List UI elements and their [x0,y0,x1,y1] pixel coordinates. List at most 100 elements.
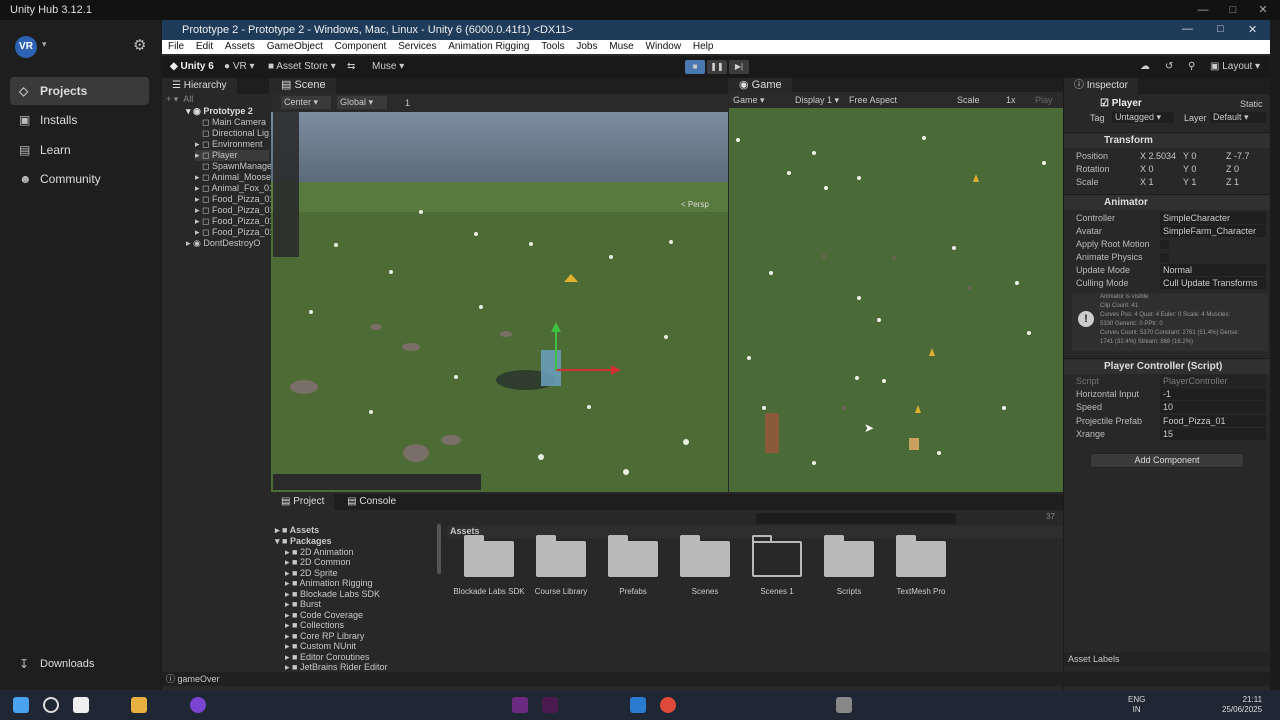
hierarchy-item[interactable]: ▸ ◻ Food_Pizza_01 [195,227,275,238]
horizontal-input-field[interactable]: -1 [1160,388,1266,400]
scale-z[interactable]: 1 [1234,177,1239,187]
version-control-icon[interactable]: ⇆ [347,56,355,78]
tree-item[interactable]: ▸ ■ JetBrains Rider Editor [285,662,388,670]
game-mode-dropdown[interactable]: Game ▾ [733,92,765,108]
speed-field[interactable]: 10 [1160,401,1266,413]
tab-hierarchy[interactable]: ☰ Hierarchy [162,78,237,94]
hierarchy-search-input[interactable]: + ▾ All [166,94,266,105]
root-motion-checkbox[interactable] [1160,240,1169,249]
project-search-input[interactable] [756,513,956,524]
static-toggle[interactable]: Static [1240,99,1263,109]
tree-item[interactable]: ▸ ■ 2D Sprite [285,568,338,578]
hierarchy-item[interactable]: ▸ ◻ Food_Pizza_01 [195,205,275,216]
controller-field[interactable]: SimpleCharacter [1160,212,1266,224]
start-icon[interactable] [13,697,29,713]
pivot-dropdown[interactable]: Center ▾ [281,96,331,109]
pos-z[interactable]: -7.7 [1234,151,1250,161]
vscode-icon[interactable] [630,697,646,713]
chrome-icon[interactable] [660,697,676,713]
folder-scenes[interactable]: Scenes [680,535,730,596]
menu-jobs[interactable]: Jobs [576,41,597,52]
physics-checkbox[interactable] [1160,253,1169,262]
tools-overlay[interactable] [273,112,299,257]
player-controller-header[interactable]: Player Controller (Script) [1064,358,1270,374]
asset-store-button[interactable]: ■ Asset Store ▾ [268,56,336,78]
hierarchy-item[interactable]: ▸ ◻ Animal_Fox_01 [195,183,274,194]
unity-close-button[interactable]: ✕ [1248,23,1257,36]
minimize-button[interactable]: — [1188,0,1218,20]
tree-item[interactable]: ▸ ■ Editor Coroutines [285,652,370,662]
file-explorer-icon[interactable] [131,697,147,713]
menu-window[interactable]: Window [646,41,682,52]
tab-project[interactable]: ▤ Project [271,494,335,510]
history-icon[interactable]: ↺ [1165,56,1173,78]
hierarchy-item[interactable]: ◻ Directional Lig [202,128,269,139]
unity-logo-button[interactable]: ◆ Unity 6 [170,56,214,78]
update-mode-dropdown[interactable]: Normal [1160,264,1266,276]
tree-item[interactable]: ▸ ■ 2D Animation [285,547,354,557]
tab-game[interactable]: ◉ Game [729,78,792,92]
menu-component[interactable]: Component [335,41,387,52]
culling-mode-dropdown[interactable]: Cull Update Transforms [1160,277,1266,289]
tree-scrollbar[interactable] [437,524,441,574]
object-name-field[interactable]: ☑ Player [1100,98,1142,109]
scale-y[interactable]: 1 [1191,177,1196,187]
pos-x[interactable]: 2.5034 [1149,151,1177,161]
app-icon[interactable] [190,697,206,713]
layout-dropdown[interactable]: ▣ Layout ▾ [1210,56,1260,78]
chevron-down-icon[interactable]: ▾ [42,39,47,50]
menu-file[interactable]: File [168,41,184,52]
tree-assets[interactable]: ▸ ■ Assets [275,525,319,535]
menu-gameobject[interactable]: GameObject [267,41,323,52]
avatar-field[interactable]: SimpleFarm_Character [1160,225,1266,237]
folder-course-library[interactable]: Course Library [535,535,587,596]
account-button[interactable]: ● VR ▾ [224,56,255,78]
muse-button[interactable]: Muse ▾ [372,56,404,78]
menu-animation-rigging[interactable]: Animation Rigging [448,41,529,52]
unity-minimize-button[interactable]: — [1182,23,1193,35]
hierarchy-item[interactable]: ◻ SpawnManage [202,161,272,172]
rot-z[interactable]: 0 [1234,164,1239,174]
hierarchy-item[interactable]: ▸ ◻ Food_Pizza_01 [195,216,275,227]
tree-packages[interactable]: ▾ ■ Packages [275,536,332,546]
menu-services[interactable]: Services [398,41,436,52]
task-view-icon[interactable] [73,697,89,713]
dontdestroy-item[interactable]: ▸ ◉ DontDestroyO [186,238,260,249]
scale-value[interactable]: 1x [1006,92,1016,108]
menu-help[interactable]: Help [693,41,714,52]
tree-item[interactable]: ▸ ■ Custom NUnit [285,641,356,651]
tab-console[interactable]: ▤ Console [337,494,407,510]
nav-community[interactable]: ☻ Community [10,165,149,193]
maximize-button[interactable]: □ [1218,0,1248,20]
rot-x[interactable]: 0 [1149,164,1154,174]
asset-labels[interactable]: Asset Labels [1064,652,1270,666]
dreamweaver-icon[interactable] [512,697,528,713]
projectile-field[interactable]: Food_Pizza_01 [1160,415,1266,427]
add-component-button[interactable]: Add Component [1090,453,1244,468]
folder-textmesh-pro[interactable]: TextMesh Pro [896,535,946,596]
close-button[interactable]: ✕ [1248,0,1278,20]
aspect-dropdown[interactable]: Free Aspect [849,92,949,108]
search-icon[interactable] [43,697,59,713]
unity-maximize-button[interactable]: □ [1217,23,1224,35]
folder-prefabs[interactable]: Prefabs [608,535,658,596]
folder-scripts[interactable]: Scripts [824,535,874,596]
menu-muse[interactable]: Muse [609,41,633,52]
scale-x[interactable]: 1 [1149,177,1154,187]
language-indicator[interactable]: ENG IN [1128,695,1145,715]
xrange-field[interactable]: 15 [1160,428,1266,440]
scene-overlay-toolbar[interactable] [273,474,481,490]
tree-item[interactable]: ▸ ■ Animation Rigging [285,578,373,588]
gear-icon[interactable]: ⚙ [133,36,146,54]
scene-viewport[interactable]: < Persp [271,112,728,492]
menu-assets[interactable]: Assets [225,41,255,52]
folder-scenes-1[interactable]: Scenes 1 [752,535,802,596]
menu-tools[interactable]: Tools [541,41,564,52]
snap-value[interactable]: 1 [405,94,410,112]
nav-installs[interactable]: ▣ Installs [10,106,149,134]
tab-scene[interactable]: ▤ Scene [271,78,336,94]
display-dropdown[interactable]: Display 1 ▾ [795,92,839,108]
menu-edit[interactable]: Edit [196,41,213,52]
nav-learn[interactable]: ▤ Learn [10,136,149,164]
animator-header[interactable]: Animator [1064,194,1270,210]
